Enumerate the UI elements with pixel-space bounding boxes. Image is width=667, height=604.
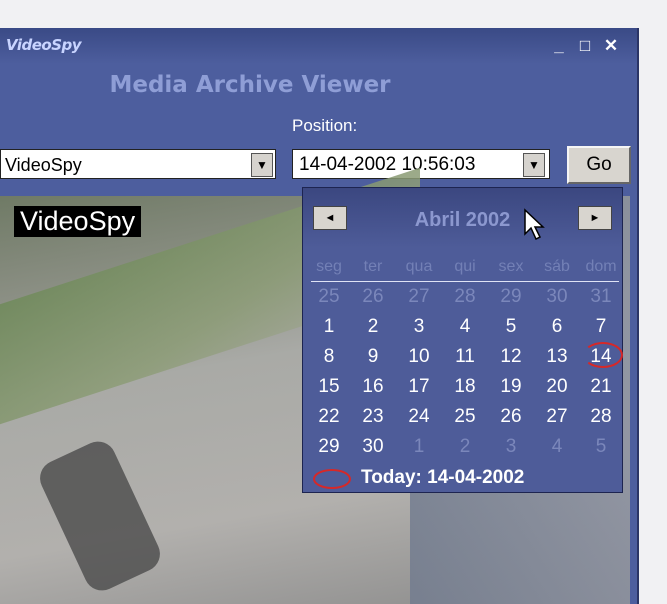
- go-button[interactable]: Go: [567, 146, 631, 184]
- position-label: Position:: [292, 116, 358, 135]
- calendar-day[interactable]: 3: [491, 436, 531, 458]
- calendar-day[interactable]: 8: [309, 346, 349, 368]
- calendar-day[interactable]: 22: [309, 406, 349, 428]
- calendar-day[interactable]: 10: [399, 346, 439, 368]
- calendar-day[interactable]: 30: [537, 286, 577, 308]
- calendar-day[interactable]: 28: [581, 406, 621, 428]
- maximize-button[interactable]: □: [574, 36, 596, 56]
- today-link[interactable]: Today: 14-04-2002: [361, 467, 524, 489]
- close-button[interactable]: ✕: [600, 36, 622, 56]
- calendar-day[interactable]: 20: [537, 376, 577, 398]
- calendar-day[interactable]: 1: [309, 316, 349, 338]
- weekday-divider: [311, 281, 619, 282]
- calendar-day[interactable]: 23: [353, 406, 393, 428]
- calendar-day[interactable]: 28: [445, 286, 485, 308]
- minimize-button[interactable]: _: [548, 36, 570, 56]
- calendar-day[interactable]: 16: [353, 376, 393, 398]
- camera-select[interactable]: VideoSpy ▼: [0, 149, 276, 179]
- calendar-day[interactable]: 2: [445, 436, 485, 458]
- calendar-day[interactable]: 4: [445, 316, 485, 338]
- weekday-label: sex: [498, 258, 524, 275]
- calendar-day[interactable]: 15: [309, 376, 349, 398]
- weekday-label: dom: [585, 258, 617, 275]
- today-highlight-mark: [583, 342, 623, 368]
- weekday-label: seg: [316, 258, 342, 275]
- calendar-day[interactable]: 2: [353, 316, 393, 338]
- weekday-label: sáb: [544, 258, 570, 275]
- chevron-down-icon[interactable]: ▼: [251, 153, 273, 177]
- calendar-day[interactable]: 31: [581, 286, 621, 308]
- next-month-button[interactable]: ►: [578, 206, 612, 230]
- calendar-day[interactable]: 9: [353, 346, 393, 368]
- calendar-day[interactable]: 5: [491, 316, 531, 338]
- chevron-down-icon[interactable]: ▼: [523, 153, 545, 177]
- calendar-month-label: Abril 2002: [414, 209, 511, 231]
- calendar-day[interactable]: 19: [491, 376, 531, 398]
- calendar-day[interactable]: 24: [399, 406, 439, 428]
- datetime-value: 14-04-2002 10:56:03: [299, 154, 476, 175]
- weekday-label: qui: [454, 258, 476, 275]
- calendar-day[interactable]: 30: [353, 436, 393, 458]
- calendar-day[interactable]: 5: [581, 436, 621, 458]
- weekday-label: qua: [405, 258, 433, 275]
- calendar-day[interactable]: 26: [353, 286, 393, 308]
- calendar-day[interactable]: 6: [537, 316, 577, 338]
- app-title: Media Archive Viewer: [109, 72, 391, 98]
- calendar-day[interactable]: 27: [399, 286, 439, 308]
- weekday-label: ter: [363, 258, 383, 275]
- calendar-day[interactable]: 25: [445, 406, 485, 428]
- title-bar[interactable]: VideoSpy _ □ ✕: [0, 28, 637, 64]
- datetime-select[interactable]: 14-04-2002 10:56:03 ▼: [292, 149, 550, 179]
- calendar-day[interactable]: 27: [537, 406, 577, 428]
- today-link-mark: [313, 469, 351, 489]
- calendar-day[interactable]: 12: [491, 346, 531, 368]
- camera-select-value: VideoSpy: [5, 155, 82, 175]
- calendar-day[interactable]: 21: [581, 376, 621, 398]
- mouse-cursor-icon: [524, 208, 545, 241]
- calendar-day[interactable]: 13: [537, 346, 577, 368]
- calendar-day[interactable]: 18: [445, 376, 485, 398]
- app-logo: VideoSpy: [6, 36, 82, 54]
- calendar-day[interactable]: 26: [491, 406, 531, 428]
- calendar-day[interactable]: 3: [399, 316, 439, 338]
- calendar-day[interactable]: 25: [309, 286, 349, 308]
- calendar-day[interactable]: 1: [399, 436, 439, 458]
- calendar-popup[interactable]: ◄ Abril 2002 ► seg ter qua qui sex sáb d…: [302, 187, 623, 493]
- calendar-day[interactable]: 17: [399, 376, 439, 398]
- calendar-day[interactable]: 11: [445, 346, 485, 368]
- calendar-day[interactable]: 7: [581, 316, 621, 338]
- video-caption: VideoSpy: [14, 206, 142, 237]
- video-car: [34, 435, 166, 597]
- calendar-header: ◄ Abril 2002 ►: [303, 188, 622, 248]
- calendar-day[interactable]: 29: [491, 286, 531, 308]
- calendar-day[interactable]: 4: [537, 436, 577, 458]
- calendar-day[interactable]: 29: [309, 436, 349, 458]
